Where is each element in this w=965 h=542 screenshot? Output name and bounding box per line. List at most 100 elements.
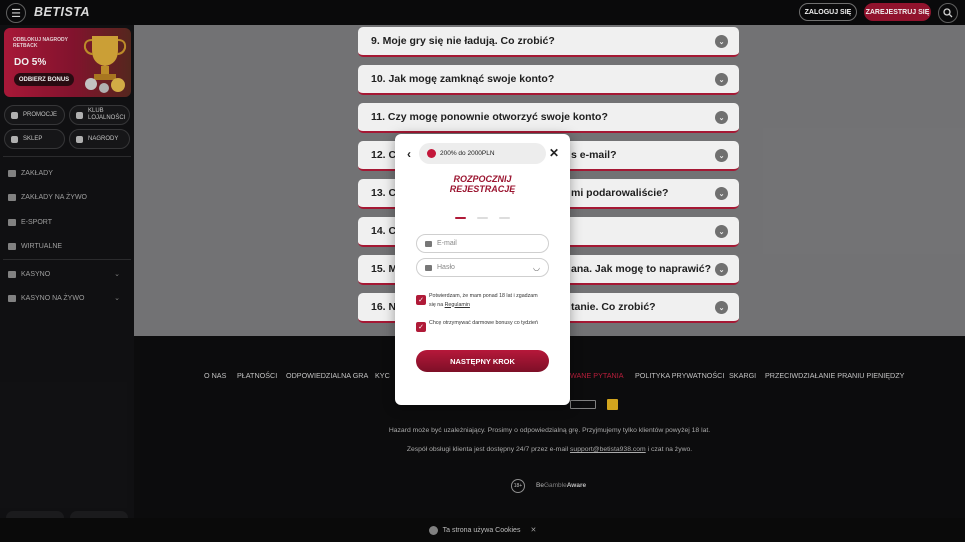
- footer-link-aml[interactable]: PRZECIWDZIAŁANIE PRANIU PIENIĘDZY: [765, 371, 904, 380]
- footer-link-privacy[interactable]: POLITYKA PRYWATNOŚCI: [635, 371, 724, 380]
- lock-icon: [425, 264, 432, 271]
- sidebar: ODBLOKUJ NAGRODY RETBACK DO 5% ODBIERZ B…: [0, 25, 134, 542]
- registration-modal: ‹ 200% do 2000PLN ✕ ROZPOCZNIJ REJESTRAC…: [395, 134, 570, 405]
- gambling-disclaimer: Hazard może być uzależniający. Prosimy o…: [388, 427, 711, 434]
- faq-question: 16. N: [371, 301, 397, 313]
- footer-link-complaints[interactable]: SKARGI: [729, 371, 756, 380]
- nav-sports-label: ZAKŁADY: [21, 169, 53, 177]
- trophy-icon: [83, 36, 127, 93]
- cookie-close-icon[interactable]: ✕: [530, 526, 536, 534]
- retback-promo-banner[interactable]: ODBLOKUJ NAGRODY RETBACK DO 5% ODBIERZ B…: [4, 28, 131, 97]
- faq-item[interactable]: 10. Jak mogę zamknąć swoje konto? ⌄: [358, 65, 739, 95]
- chevron-down-icon[interactable]: ⌄: [715, 263, 728, 276]
- promo-amount: DO 5%: [14, 57, 47, 68]
- chevron-down-icon[interactable]: ⌄: [114, 270, 120, 278]
- sidebar-divider: [3, 259, 131, 260]
- nav-live-casino-label: KASYNO NA ŻYWO: [21, 294, 85, 302]
- step-indicator-active: [455, 217, 466, 219]
- age-consent-checkbox[interactable]: ✓: [416, 295, 426, 305]
- faq-question-tail: ana. Jak mogę to naprawić?: [571, 263, 712, 275]
- faq-question: 15. M: [371, 263, 398, 275]
- claim-bonus-button[interactable]: ODBIERZ BONUS: [14, 73, 74, 86]
- bank-logo: [570, 400, 596, 409]
- faq-question: 10. Jak mogę zamknąć swoje konto?: [371, 73, 555, 85]
- sidebar-loyalty-button[interactable]: KLUB LOJALNOŚCI: [69, 105, 130, 125]
- support-info: Zespół obsługi klienta jest dostępny 24/…: [134, 446, 965, 453]
- next-step-button[interactable]: NASTĘPNY KROK: [416, 350, 549, 372]
- password-field[interactable]: Hasło ◡: [416, 258, 549, 277]
- sidebar-shop-label: SKLEP: [23, 136, 43, 142]
- nav-virtual[interactable]: WIRTUALNE: [8, 239, 62, 253]
- bonus-text: 200% do 2000PLN: [440, 150, 495, 157]
- sidebar-loyalty-label: KLUB LOJALNOŚCI: [88, 108, 126, 121]
- virtual-icon: [8, 242, 16, 250]
- sidebar-rewards-label: NAGRODY: [88, 136, 119, 142]
- faq-question: 9. Moje gry się nie ładują. Co zrobić?: [371, 35, 555, 47]
- payment-logo: [607, 399, 618, 410]
- cookie-bar: Ta strona używa Cookies ✕: [0, 518, 965, 542]
- cookie-text: Ta strona używa Cookies: [442, 526, 521, 534]
- gift-icon: [427, 149, 436, 158]
- sidebar-promotions-button[interactable]: PROMOCJE: [4, 105, 65, 125]
- chevron-down-icon[interactable]: ⌄: [715, 149, 728, 162]
- faq-question: 13. C: [371, 187, 397, 199]
- footer-link-kyc[interactable]: KYC: [375, 371, 390, 380]
- nav-casino[interactable]: KASYNO ⌄: [8, 267, 130, 281]
- betista-logo[interactable]: BETISTA: [34, 5, 90, 19]
- promo-label: ODBLOKUJ NAGRODY RETBACK: [13, 37, 68, 49]
- chevron-down-icon[interactable]: ⌄: [715, 73, 728, 86]
- age-consent-label: Potwierdzam, że mam ponad 18 lat i zgadz…: [429, 292, 544, 309]
- eye-icon[interactable]: ◡: [533, 263, 540, 272]
- loyalty-icon: [76, 111, 83, 119]
- nav-esport-label: E-SPORT: [21, 218, 52, 226]
- modal-title-line1: ROZPOCZNIJ: [453, 174, 512, 184]
- sidebar-shop-button[interactable]: SKLEP: [4, 129, 65, 149]
- footer-link-about[interactable]: O NAS: [204, 371, 226, 380]
- search-icon[interactable]: [938, 3, 958, 23]
- chevron-down-icon[interactable]: ⌄: [715, 111, 728, 124]
- gamepad-icon: [8, 218, 16, 226]
- footer-link-payments[interactable]: PŁATNOŚCI: [237, 371, 277, 380]
- chevron-down-icon[interactable]: ⌄: [715, 187, 728, 200]
- faq-question: 12. C: [371, 149, 397, 161]
- nav-casino-label: KASYNO: [21, 270, 51, 278]
- support-email-link[interactable]: support@betista938.com: [570, 446, 646, 453]
- live-casino-icon: [8, 294, 16, 302]
- chevron-down-icon[interactable]: ⌄: [114, 294, 120, 302]
- register-button[interactable]: ZAREJESTRUJ SIĘ: [864, 3, 931, 21]
- sidebar-rewards-button[interactable]: NAGRODY: [69, 129, 130, 149]
- footer-link-responsible-gaming[interactable]: ODPOWIEDZIALNA GRA: [286, 371, 368, 380]
- support-text: Zespół obsługi klienta jest dostępny 24/…: [406, 446, 571, 453]
- chevron-down-icon[interactable]: ⌄: [715, 225, 728, 238]
- login-button[interactable]: ZALOGUJ SIĘ: [799, 3, 857, 21]
- hamburger-menu-icon[interactable]: ☰: [6, 3, 26, 23]
- begamble-prefix: Be: [536, 482, 544, 489]
- email-field[interactable]: E-mail: [416, 234, 549, 253]
- chevron-down-icon[interactable]: ⌄: [715, 301, 728, 314]
- faq-item[interactable]: 11. Czy mogę ponownie otworzyć swoje kon…: [358, 103, 739, 133]
- top-header: ☰ BETISTA ZALOGUJ SIĘ ZAREJESTRUJ SIĘ: [0, 0, 965, 25]
- faq-question-tail: mi podarowaliście?: [571, 187, 669, 199]
- bonus-selector[interactable]: 200% do 2000PLN: [419, 143, 546, 164]
- begambleaware-logo[interactable]: BeGambleAware: [536, 482, 586, 489]
- email-placeholder: E-mail: [437, 240, 457, 247]
- terms-link[interactable]: Regulamin: [445, 302, 470, 308]
- nav-live-casino[interactable]: KASYNO NA ŻYWO ⌄: [8, 291, 130, 305]
- cookie-icon: [428, 525, 438, 535]
- bonus-consent-checkbox[interactable]: ✓: [416, 322, 426, 332]
- rewards-icon: [76, 135, 83, 143]
- app-root: ☰ BETISTA ZALOGUJ SIĘ ZAREJESTRUJ SIĘ OD…: [0, 0, 965, 542]
- modal-title: ROZPOCZNIJ REJESTRACJĘ: [395, 174, 570, 194]
- back-arrow-icon[interactable]: ‹: [407, 147, 411, 161]
- nav-live-sports[interactable]: ZAKŁADY NA ŻYWO: [8, 190, 87, 204]
- nav-live-sports-label: ZAKŁADY NA ŻYWO: [21, 193, 87, 201]
- support-tail: i czat na żywo.: [645, 446, 693, 453]
- faq-item[interactable]: 9. Moje gry się nie ładują. Co zrobić? ⌄: [358, 27, 739, 57]
- nav-esport[interactable]: E-SPORT: [8, 215, 52, 229]
- footer-link-faq[interactable]: WANE PYTANIA: [570, 371, 624, 380]
- nav-sports[interactable]: ZAKŁADY: [8, 166, 53, 180]
- chevron-down-icon[interactable]: ⌄: [715, 35, 728, 48]
- step-indicator: [499, 217, 510, 219]
- close-icon[interactable]: ✕: [549, 146, 559, 160]
- casino-icon: [8, 270, 16, 278]
